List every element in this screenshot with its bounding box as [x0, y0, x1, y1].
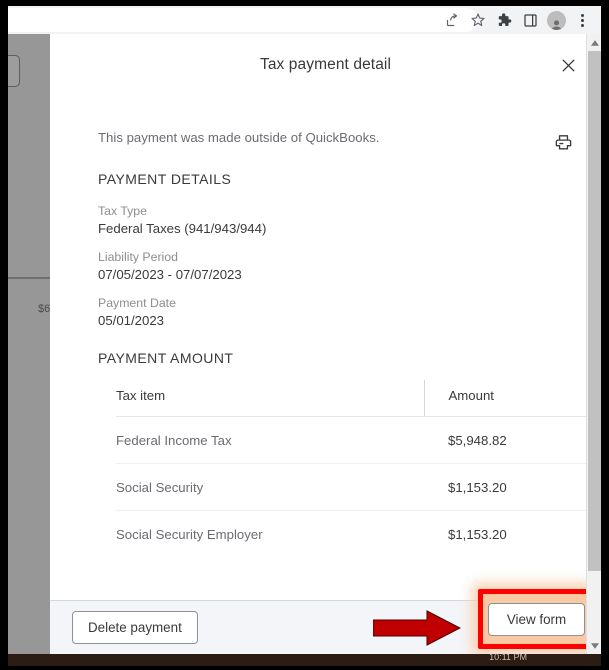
browser-toolbar [8, 6, 601, 34]
field-label: Tax Type [98, 204, 147, 218]
three-dot-menu-icon[interactable] [569, 7, 595, 33]
close-icon[interactable] [555, 52, 581, 78]
share-icon[interactable] [439, 7, 465, 33]
table-row: Social Security Employer $1,153.20 [116, 511, 586, 558]
field-value: Federal Taxes (941/943/944) [98, 221, 267, 236]
omnibox-tail[interactable] [8, 8, 478, 32]
cell-tax-item: Social Security Employer [116, 527, 263, 542]
view-form-button[interactable]: View form [487, 602, 586, 636]
scroll-up-icon[interactable] [587, 34, 601, 51]
screenshot-frame: $6 Tax payment detail This payment was m… [0, 0, 609, 670]
table-header-row: Tax item Amount [116, 380, 586, 417]
table-row: Federal Income Tax $5,948.82 [116, 416, 586, 464]
modal-footer: Delete payment View form [50, 589, 601, 654]
backdrop-divider [8, 277, 50, 279]
field-label: Liability Period [98, 250, 178, 264]
cell-amount: $1,153.20 [424, 463, 586, 511]
tax-payment-detail-modal: Tax payment detail This payment was made… [50, 34, 601, 654]
bookmark-star-icon[interactable] [465, 7, 491, 33]
field-label: Payment Date [98, 296, 176, 310]
side-panel-icon[interactable] [517, 7, 543, 33]
scroll-down-icon[interactable] [587, 637, 601, 654]
cell-amount: $5,948.82 [424, 416, 586, 464]
extensions-puzzle-icon[interactable] [491, 7, 517, 33]
browser-viewport: $6 Tax payment detail This payment was m… [8, 34, 601, 654]
outside-quickbooks-note: This payment was made outside of QuickBo… [98, 130, 380, 145]
field-payment-date: Payment Date 05/01/2023 [98, 296, 601, 328]
profile-avatar-icon[interactable] [543, 7, 569, 33]
column-header-amount: Amount [423, 380, 586, 417]
cell-amount: $1,153.20 [448, 527, 507, 542]
page-title: Tax payment detail [259, 56, 392, 73]
annotation-arrow-icon [373, 609, 461, 646]
scrollbar-thumb[interactable] [588, 51, 601, 571]
field-liability-period: Liability Period 07/05/2023 - 07/07/2023 [98, 250, 601, 282]
field-value: 05/01/2023 [98, 313, 165, 328]
field-tax-type: Tax Type Federal Taxes (941/943/944) [98, 204, 601, 236]
os-taskbar: 10:11 PM [8, 654, 601, 666]
backdrop-partial-amount: $6 [38, 303, 51, 315]
payment-amount-heading: PAYMENT AMOUNT [98, 350, 234, 366]
table-row: Social Security $1,153.20 [116, 463, 586, 511]
taskbar-clock: 10:11 PM [489, 654, 527, 662]
cell-tax-item: Social Security [116, 463, 424, 511]
modal-backdrop[interactable]: $6 [8, 34, 50, 654]
print-icon[interactable] [551, 130, 575, 154]
annotation-highlight-box: View form [478, 589, 595, 649]
avatar [546, 10, 566, 30]
column-header-tax-item: Tax item [116, 380, 424, 417]
payment-amount-table: Tax item Amount Federal Income Tax $5,94… [116, 380, 586, 557]
modal-header: Tax payment detail [50, 34, 601, 96]
cell-tax-item: Federal Income Tax [116, 416, 424, 464]
field-value: 07/05/2023 - 07/07/2023 [98, 267, 242, 282]
delete-payment-button[interactable]: Delete payment [72, 611, 198, 644]
backdrop-pill-shape [8, 55, 20, 87]
payment-details-heading: PAYMENT DETAILS [98, 171, 232, 187]
modal-body: This payment was made outside of QuickBo… [50, 96, 601, 600]
page-scrollbar[interactable] [586, 34, 601, 654]
